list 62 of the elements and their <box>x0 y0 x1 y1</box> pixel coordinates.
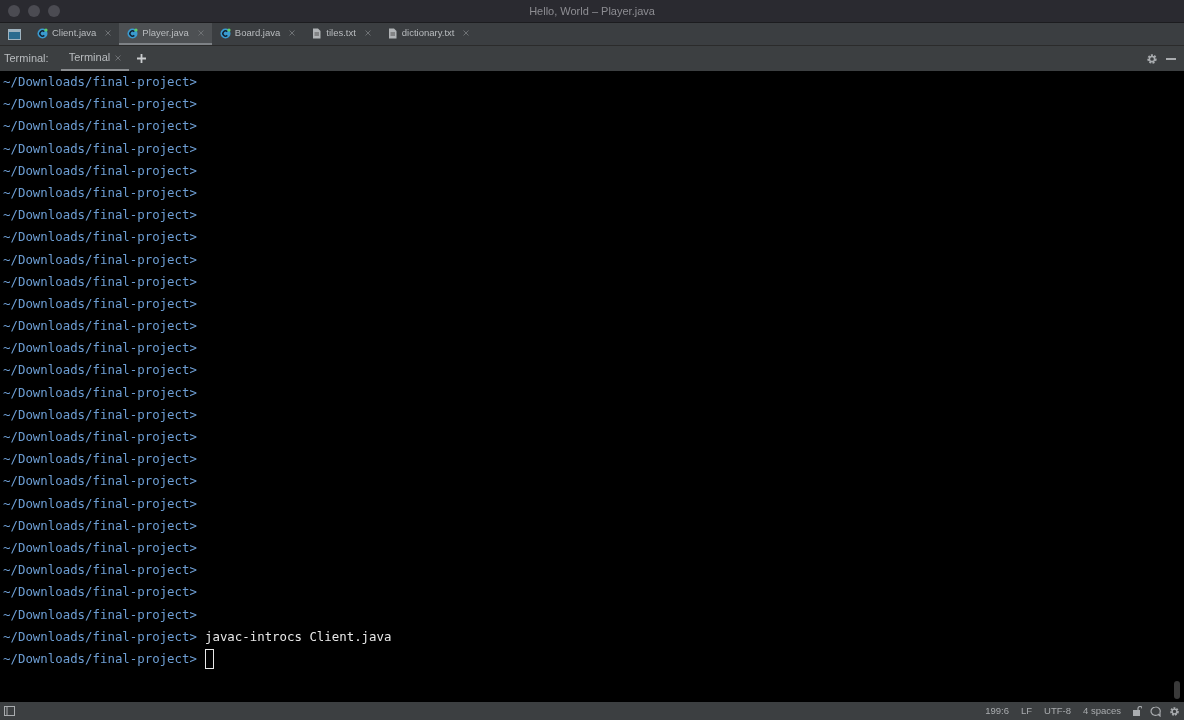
prompt: ~/Downloads/final-project> <box>3 405 197 424</box>
prompt: ~/Downloads/final-project> <box>3 339 197 358</box>
settings-icon[interactable] <box>1146 52 1158 65</box>
prompt: ~/Downloads/final-project> <box>3 538 197 557</box>
terminal-label: Terminal: <box>3 51 50 67</box>
prompt: ~/Downloads/final-project> <box>3 472 197 491</box>
prompt: ~/Downloads/final-project> <box>3 294 197 313</box>
editor-tab[interactable]: tiles.txt <box>303 23 379 45</box>
status-item[interactable]: 199:6 <box>985 703 1009 719</box>
prompt: ~/Downloads/final-project> <box>3 117 197 136</box>
prompt: ~/Downloads/final-project> <box>3 361 197 380</box>
prompt: ~/Downloads/final-project> <box>3 228 197 247</box>
prompt: ~/Downloads/final-project> <box>3 206 197 225</box>
prompt: ~/Downloads/final-project> <box>3 494 197 513</box>
prompt: ~/Downloads/final-project> <box>3 428 197 446</box>
settings-icon[interactable] <box>1169 705 1180 717</box>
project-panel-icon[interactable] <box>8 28 21 40</box>
prompt: ~/Downloads/final-project> <box>3 183 197 202</box>
command-text: javac-introcs Client.java <box>204 627 392 646</box>
status-item[interactable]: LF <box>1020 703 1033 719</box>
tool-windows-icon[interactable] <box>4 706 15 716</box>
prompt: ~/Downloads/final-project> <box>3 383 197 402</box>
close-icon[interactable] <box>105 30 112 36</box>
prompt: ~/Downloads/final-project> <box>3 649 197 668</box>
scrollbar-thumb[interactable] <box>1174 681 1180 699</box>
prompt: ~/Downloads/final-project> <box>3 627 197 646</box>
prompt: ~/Downloads/final-project> <box>3 317 197 336</box>
minimize-window-button[interactable] <box>28 5 40 17</box>
class-icon <box>127 27 139 39</box>
editor-tab[interactable]: Client.java <box>29 23 120 45</box>
editor-tab[interactable]: Player.java <box>119 23 212 45</box>
class-icon <box>219 27 231 39</box>
prompt: ~/Downloads/final-project> <box>3 139 197 158</box>
minimize-icon[interactable] <box>1166 57 1176 60</box>
prompt: ~/Downloads/final-project> <box>3 450 197 469</box>
prompt: ~/Downloads/final-project> <box>3 250 197 269</box>
text-file-icon <box>386 27 398 39</box>
status-item[interactable]: UTF-8 <box>1044 703 1071 719</box>
prompt: ~/Downloads/final-project> <box>3 583 197 602</box>
class-icon <box>37 27 48 39</box>
zoom-window-button[interactable] <box>48 5 60 17</box>
status-item[interactable]: 4 spaces <box>1082 703 1121 719</box>
close-icon[interactable] <box>289 30 296 36</box>
prompt: ~/Downloads/final-project> <box>3 272 197 291</box>
close-icon[interactable] <box>115 54 122 61</box>
prompt: ~/Downloads/final-project> <box>3 561 197 580</box>
editor-tab[interactable]: Board.java <box>211 23 304 45</box>
lock-icon[interactable] <box>1133 706 1142 716</box>
text-file-icon <box>311 27 323 39</box>
prompt: ~/Downloads/final-project> <box>3 161 197 180</box>
window-title: Hello, World – Player.java <box>529 4 655 17</box>
prompt: ~/Downloads/final-project> <box>3 516 197 535</box>
editor-tab[interactable]: dictionary.txt <box>378 23 478 45</box>
close-icon[interactable] <box>364 30 371 36</box>
prompt: ~/Downloads/final-project> <box>3 605 197 624</box>
close-icon[interactable] <box>463 30 470 36</box>
close-icon[interactable] <box>197 30 204 36</box>
add-icon[interactable] <box>137 54 147 63</box>
prompt: ~/Downloads/final-project> <box>3 95 197 114</box>
close-window-button[interactable] <box>8 5 20 17</box>
prompt: ~/Downloads/final-project> <box>3 73 197 91</box>
speech-bubble-icon[interactable] <box>1150 705 1161 717</box>
